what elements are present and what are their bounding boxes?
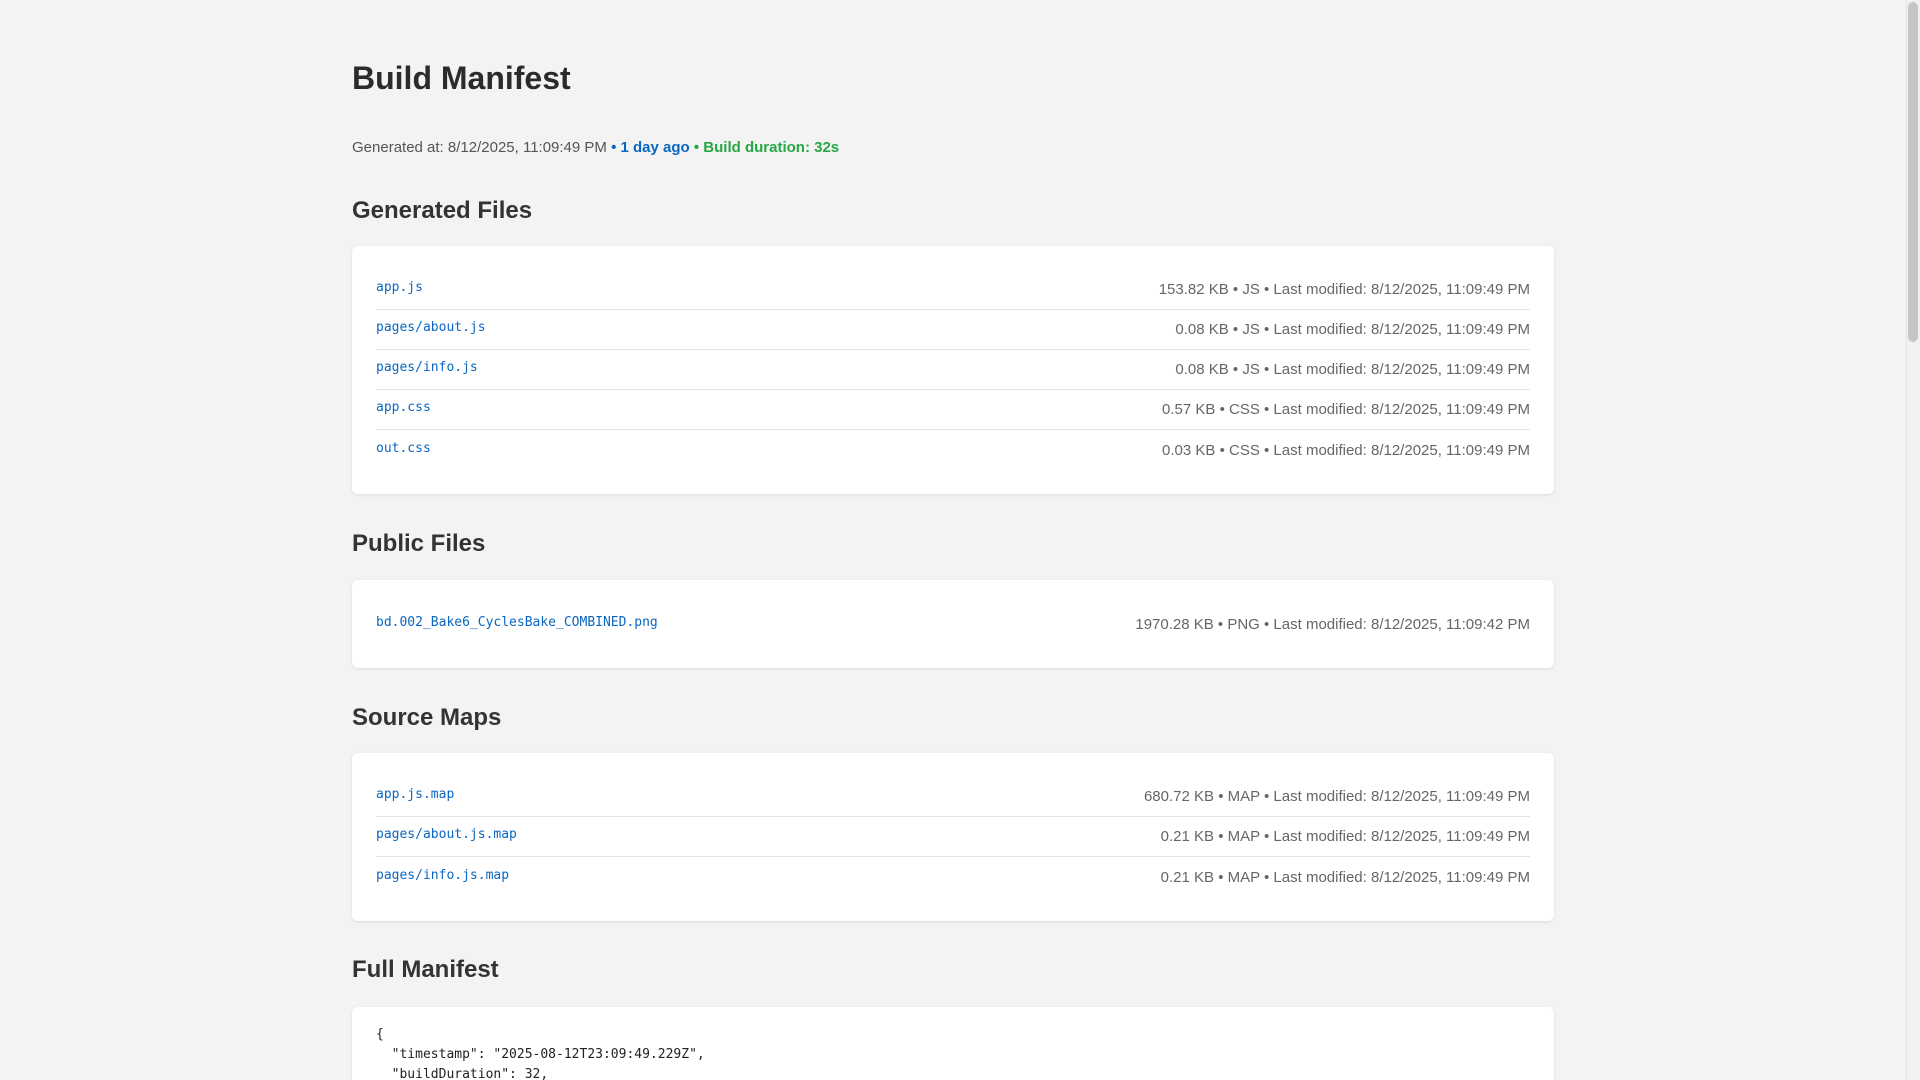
full-manifest-card: { "timestamp": "2025-08-12T23:09:49.229Z…	[352, 1007, 1554, 1080]
build-duration-text: Build duration: 32s	[703, 139, 840, 156]
file-link-pages-about-js[interactable]: pages/about.js	[376, 320, 486, 335]
file-info: 153.82 KB • JS • Last modified: 8/12/202…	[1158, 281, 1530, 298]
file-info: 0.08 KB • JS • Last modified: 8/12/2025,…	[1175, 361, 1530, 378]
file-link-pages-info-js-map[interactable]: pages/info.js.map	[376, 868, 509, 883]
generated-files-title: Generated Files	[352, 197, 533, 224]
manifest-json-code: { "timestamp": "2025-08-12T23:09:49.229Z…	[376, 1027, 705, 1080]
file-link-pages-about-js-map[interactable]: pages/about.js.map	[376, 827, 517, 842]
file-row: app.css 0.57 KB • CSS • Last modified: 8…	[376, 390, 1530, 430]
public-files-card: bd.002_Bake6_CyclesBake_COMBINED.png 197…	[352, 580, 1554, 668]
file-link-out-css[interactable]: out.css	[376, 441, 431, 456]
file-info: 680.72 KB • MAP • Last modified: 8/12/20…	[1143, 788, 1530, 805]
time-ago-text: 1 day ago	[620, 139, 690, 156]
file-link-pages-info-js[interactable]: pages/info.js	[376, 360, 478, 375]
page-scrollbar[interactable]	[1906, 0, 1920, 1080]
file-link-app-js[interactable]: app.js	[376, 280, 423, 295]
file-info: 0.03 KB • CSS • Last modified: 8/12/2025…	[1162, 441, 1530, 459]
file-row: pages/info.js 0.08 KB • JS • Last modifi…	[376, 350, 1530, 390]
file-link-app-css[interactable]: app.css	[376, 400, 431, 415]
file-row: bd.002_Bake6_CyclesBake_COMBINED.png 197…	[376, 604, 1530, 644]
file-row: out.css 0.03 KB • CSS • Last modified: 8…	[376, 430, 1530, 470]
scrollbar-thumb[interactable]	[1908, 2, 1918, 342]
file-row: pages/about.js 0.08 KB • JS • Last modif…	[376, 310, 1530, 350]
file-info: 0.08 KB • JS • Last modified: 8/12/2025,…	[1175, 321, 1530, 338]
file-link-png[interactable]: bd.002_Bake6_CyclesBake_COMBINED.png	[376, 615, 658, 630]
file-row: pages/about.js.map 0.21 KB • MAP • Last …	[376, 817, 1530, 857]
file-info: 0.57 KB • CSS • Last modified: 8/12/2025…	[1162, 401, 1530, 418]
separator: •	[689, 139, 704, 156]
source-maps-card: app.js.map 680.72 KB • MAP • Last modifi…	[352, 753, 1554, 921]
source-maps-title: Source Maps	[352, 704, 502, 731]
file-info: 0.21 KB • MAP • Last modified: 8/12/2025…	[1160, 828, 1530, 845]
page-title: Build Manifest	[352, 60, 571, 96]
file-info: 0.21 KB • MAP • Last modified: 8/12/2025…	[1160, 868, 1530, 886]
public-files-title: Public Files	[352, 530, 486, 557]
file-row: app.js 153.82 KB • JS • Last modified: 8…	[376, 270, 1530, 310]
generated-at-text: Generated at: 8/12/2025, 11:09:49 PM	[352, 139, 607, 156]
generated-files-card: app.js 153.82 KB • JS • Last modified: 8…	[352, 246, 1554, 494]
build-meta: Generated at: 8/12/2025, 11:09:49 PM • 1…	[352, 138, 839, 158]
file-row: app.js.map 680.72 KB • MAP • Last modifi…	[376, 777, 1530, 817]
file-info: 1970.28 KB • PNG • Last modified: 8/12/2…	[1135, 615, 1530, 633]
separator: •	[606, 139, 621, 156]
full-manifest-title: Full Manifest	[352, 956, 499, 983]
file-link-app-js-map[interactable]: app.js.map	[376, 787, 454, 802]
file-row: pages/info.js.map 0.21 KB • MAP • Last m…	[376, 857, 1530, 897]
